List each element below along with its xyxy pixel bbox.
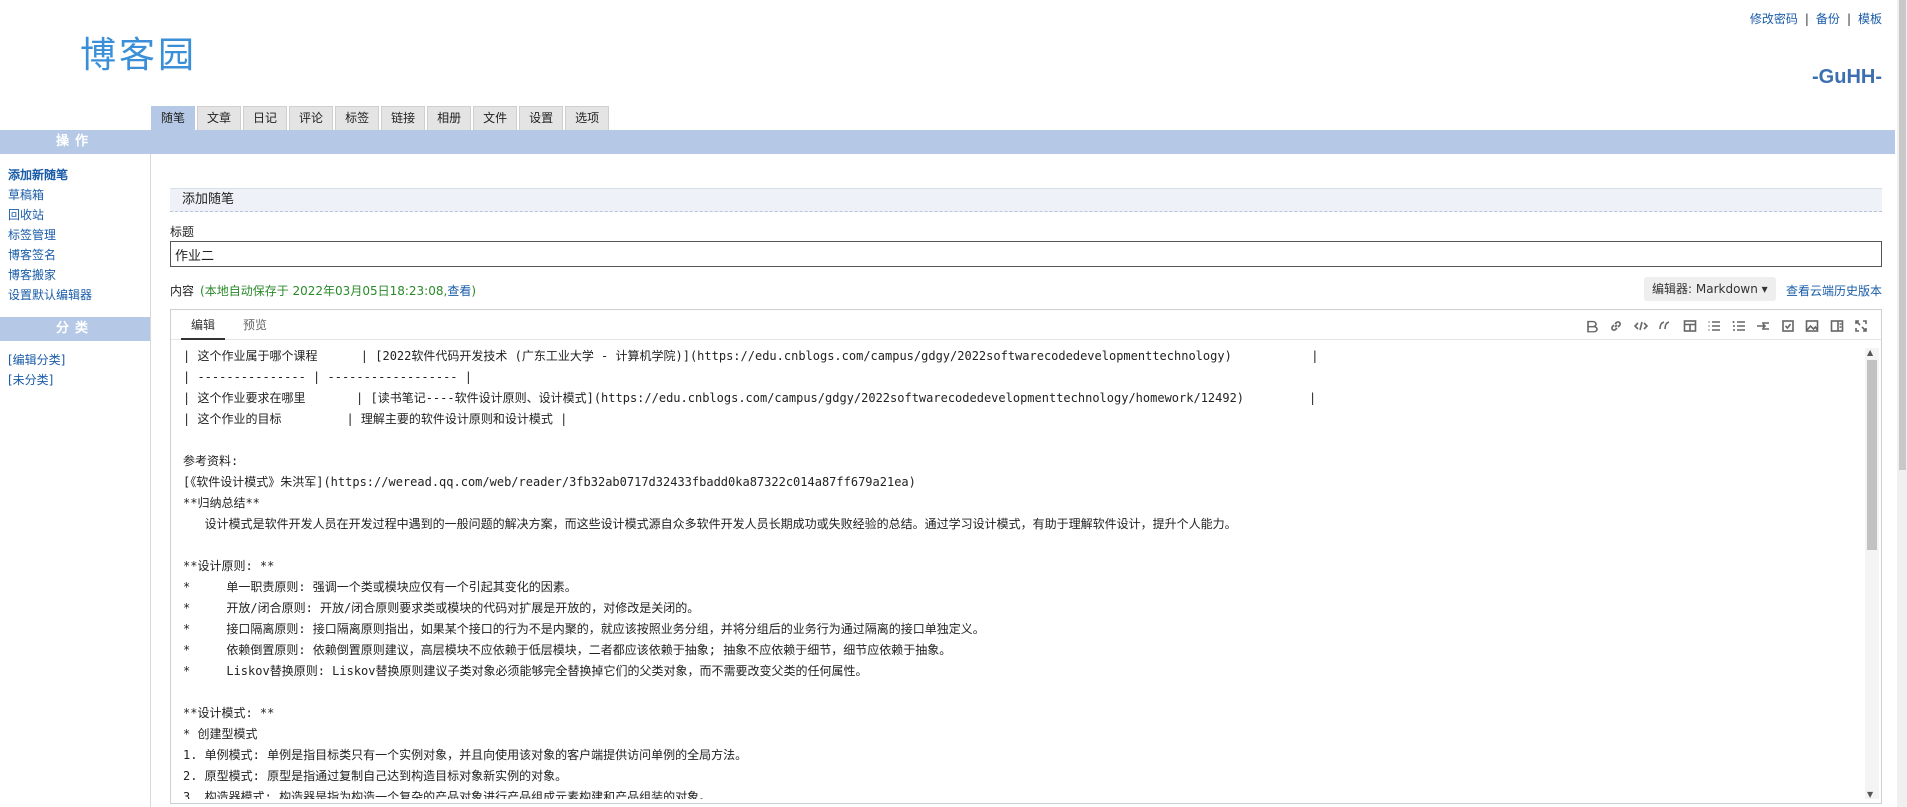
tab-settings[interactable]: 设置 (519, 106, 564, 130)
indent-icon[interactable] (1751, 316, 1775, 336)
editor-line: 参考资料: (183, 454, 239, 468)
editor-line: [《软件设计模式》朱洪军](https://weread.qq.com/web/… (183, 475, 916, 489)
sidebar-cats-header: 分类 (0, 317, 150, 341)
editor-line: **归纳总结** (183, 496, 260, 510)
caret-down-icon: ▾ (1761, 282, 1768, 296)
tab-comments[interactable]: 评论 (289, 106, 334, 130)
sidebar-ops-header: 操作 (0, 130, 150, 154)
tab-album[interactable]: 相册 (427, 106, 472, 130)
top-links: 修改密码 | 备份 | 模板 (1749, 12, 1882, 26)
editor-line: 设计模式是软件开发人员在开发过程中遇到的一般问题的解决方案，而这些设计模式源自众… (183, 517, 1237, 531)
editor-textarea[interactable]: | 这个作业属于哪个课程 | [2022软件代码开发技术 (广东工业大学 - 计… (183, 346, 1851, 799)
scroll-up-icon[interactable]: ▲ (1867, 348, 1873, 357)
quote-icon[interactable] (1653, 316, 1677, 336)
sidebar-divider (150, 154, 151, 807)
title-label: 标题 (170, 225, 195, 239)
template-link[interactable]: 模板 (1858, 12, 1882, 26)
title-input[interactable] (170, 241, 1882, 267)
tab-options[interactable]: 选项 (565, 106, 610, 130)
editor-line: | 这个作业的目标 | 理解主要的软件设计原则和设计模式 | (183, 412, 568, 426)
sidebar-cats-list: [编辑分类] [未分类] (8, 350, 65, 390)
editor-tab-edit[interactable]: 编辑 (181, 310, 226, 340)
sidebar-item-recycle-bin[interactable]: 回收站 (8, 205, 92, 225)
editor-tab-preview[interactable]: 预览 (237, 310, 273, 340)
sidebar-item-signature[interactable]: 博客签名 (8, 245, 92, 265)
editor-line: * 单一职责原则: 强调一个类或模块应仅有一个引起其变化的因素。 (183, 580, 577, 594)
editor-line: 3. 构造器模式: 构造器是指为构造一个复杂的产品对象进行产品组成元素构建和产品… (183, 790, 712, 799)
bold-icon[interactable] (1580, 316, 1604, 336)
section-title: 添加随笔 (170, 188, 1882, 212)
editor-scrollbar-thumb[interactable] (1867, 360, 1877, 550)
editor-line: **设计原则: ** (183, 559, 275, 573)
editor-line: * Liskov替换原则: Liskov替换原则建议子类对象必须能够完全替换掉它… (183, 664, 868, 678)
sidebar-item-uncategorized[interactable]: [未分类] (8, 370, 65, 390)
sidebar-item-blog-move[interactable]: 博客搬家 (8, 265, 92, 285)
change-password-link[interactable]: 修改密码 (1750, 12, 1798, 26)
image-icon[interactable] (1800, 316, 1824, 336)
link-icon[interactable] (1604, 316, 1628, 336)
tab-posts[interactable]: 随笔 (151, 106, 196, 130)
sidebar-item-drafts[interactable]: 草稿箱 (8, 185, 92, 205)
sidebar-item-tag-manage[interactable]: 标签管理 (8, 225, 92, 245)
sidebar-item-add-post[interactable]: 添加新随笔 (8, 165, 92, 185)
tab-diary[interactable]: 日记 (243, 106, 288, 130)
editor-line: **设计模式: ** (183, 706, 275, 720)
tab-links[interactable]: 链接 (381, 106, 426, 130)
tab-band (150, 130, 1895, 154)
backup-link[interactable]: 备份 (1816, 12, 1840, 26)
editor-select-dropdown[interactable]: 编辑器: Markdown ▾ (1644, 277, 1776, 301)
columns-icon[interactable] (1825, 316, 1849, 336)
page-scrollbar-thumb[interactable] (1899, 0, 1906, 470)
cloud-history-link[interactable]: 查看云端历史版本 (1786, 282, 1882, 299)
blog-name[interactable]: -GuHH- (1812, 66, 1882, 89)
editor-scrollbar[interactable]: ▲ ▼ (1865, 348, 1879, 799)
editor-line: * 创建型模式 (183, 727, 258, 741)
tab-files[interactable]: 文件 (473, 106, 518, 130)
tab-articles[interactable]: 文章 (197, 106, 242, 130)
table-icon[interactable] (1678, 316, 1702, 336)
code-icon[interactable] (1629, 316, 1653, 336)
editor-line: 1. 单例模式: 单例是指目标类只有一个实例对象，并且向使用该对象的客户端提供访… (183, 748, 748, 762)
checkbox-icon[interactable] (1776, 316, 1800, 336)
sidebar-ops-list: 添加新随笔 草稿箱 回收站 标签管理 博客签名 博客搬家 设置默认编辑器 (8, 165, 92, 305)
bullet-list-icon[interactable] (1702, 316, 1726, 336)
editor-line: | --------------- | ------------------ | (183, 370, 472, 384)
site-logo[interactable]: 博客园 (80, 26, 197, 78)
page-scrollbar[interactable] (1897, 0, 1907, 807)
editor-toolbar (1579, 316, 1873, 336)
markdown-editor: 编辑 预览 | 这个作业属于哪个课程 | [2022软件代码开发技术 (广东工业… (170, 309, 1882, 804)
numbered-list-icon[interactable] (1727, 316, 1751, 336)
editor-line: | 这个作业属于哪个课程 | [2022软件代码开发技术 (广东工业大学 - 计… (183, 349, 1319, 363)
editor-tabs: 编辑 预览 (171, 310, 1881, 340)
content-label-row: 内容 (本地自动保存于 2022年03月05日18:23:08,查看) (170, 282, 476, 299)
editor-line: * 依赖倒置原则: 依赖倒置原则建议，高层模块不应依赖于低层模块，二者都应该依赖… (183, 643, 952, 657)
sidebar-item-default-editor[interactable]: 设置默认编辑器 (8, 285, 92, 305)
autosave-view-link[interactable]: 查看 (447, 284, 471, 298)
fullscreen-icon[interactable] (1849, 316, 1873, 336)
autosave-status: (本地自动保存于 2022年03月05日18:23:08,查看) (200, 284, 477, 298)
editor-line: * 接口隔离原则: 接口隔离原则指出，如果某个接口的行为不是内聚的，就应该按照业… (183, 622, 985, 636)
editor-line: 2. 原型模式: 原型是指通过复制自己达到构造目标对象新实例的对象。 (183, 769, 568, 783)
editor-line: | 这个作业要求在哪里 | [读书笔记----软件设计原则、设计模式](http… (183, 391, 1317, 405)
scroll-down-icon[interactable]: ▼ (1867, 790, 1873, 799)
editor-line: * 开放/闭合原则: 开放/闭合原则要求类或模块的代码对扩展是开放的，对修改是关… (183, 601, 700, 615)
sidebar-item-edit-categories[interactable]: [编辑分类] (8, 350, 65, 370)
main-tabs: 随笔 文章 日记 评论 标签 链接 相册 文件 设置 选项 (151, 106, 611, 130)
tab-tags[interactable]: 标签 (335, 106, 380, 130)
content-label: 内容 (170, 284, 195, 298)
